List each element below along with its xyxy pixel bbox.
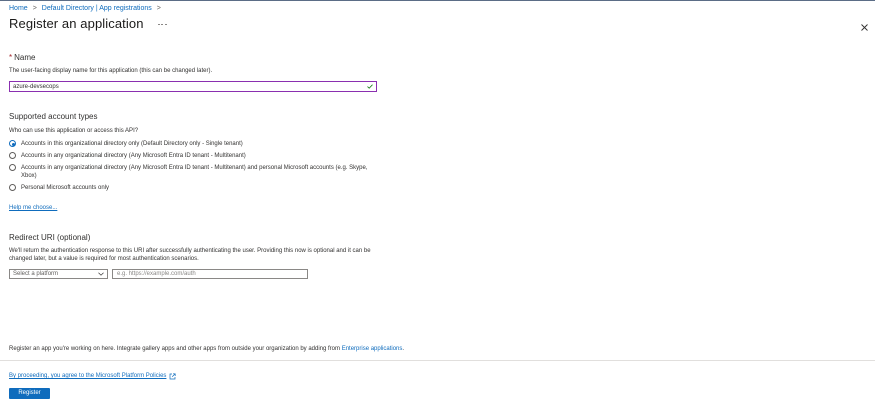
radio-button[interactable] [9,140,16,147]
close-icon[interactable] [860,19,869,31]
name-input[interactable]: azure-devsecops [9,81,377,92]
account-option-multitenant[interactable]: Accounts in any organizational directory… [9,152,381,160]
breadcrumb-home[interactable]: Home [9,5,28,13]
radio-label[interactable]: Accounts in this organizational director… [21,140,381,148]
name-section-title: * Name [9,53,35,62]
breadcrumb-separator: > [32,5,37,12]
ellipsis-icon[interactable] [157,22,167,28]
radio-label[interactable]: Accounts in any organizational directory… [21,152,381,160]
register-button[interactable]: Register [9,388,50,399]
top-border [0,0,875,1]
account-option-single-tenant[interactable]: Accounts in this organizational director… [9,140,381,148]
radio-button[interactable] [9,164,16,171]
external-link-icon [170,372,176,379]
footer-note-end: . [402,346,405,352]
radio-label[interactable]: Personal Microsoft accounts only [21,184,381,192]
required-marker: * [9,53,13,62]
chevron-down-icon [98,272,104,276]
redirect-uri-input[interactable]: e.g. https://example.com/auth [112,269,308,279]
platform-select[interactable]: Select a platform [9,269,108,279]
breadcrumb: Home > Default Directory | App registrat… [9,5,166,13]
breadcrumb-app-registrations[interactable]: Default Directory | App registrations [42,5,152,13]
platform-policies-text[interactable]: By proceeding, you agree to the Microsof… [9,372,166,380]
enterprise-applications-link[interactable]: Enterprise applications [342,346,403,352]
radio-button[interactable] [9,152,16,159]
radio-label[interactable]: Accounts in any organizational directory… [21,164,381,180]
redirect-uri-placeholder[interactable]: e.g. https://example.com/auth [117,271,196,278]
account-option-multitenant-personal[interactable]: Accounts in any organizational directory… [9,164,381,180]
name-label: Name [14,53,36,62]
radio-button[interactable] [9,184,16,191]
account-types-title: Supported account types [9,112,98,121]
platform-policies-link[interactable]: By proceeding, you agree to the Microsof… [9,372,176,380]
account-types-question: Who can use this application or access t… [9,128,139,134]
redirect-uri-title: Redirect URI (optional) [9,233,91,242]
checkmark-icon [367,84,373,89]
footer-note-text: Register an app you're working on here. … [9,346,342,352]
footer-divider [0,360,875,361]
footer-note: Register an app you're working on here. … [9,345,404,353]
platform-select-value[interactable]: Select a platform [13,271,58,278]
breadcrumb-separator: > [156,5,161,12]
account-option-personal[interactable]: Personal Microsoft accounts only [9,184,381,192]
name-input-value[interactable]: azure-devsecops [13,83,59,91]
name-description: The user-facing display name for this ap… [9,68,213,74]
redirect-uri-description: We'll return the authentication response… [9,248,371,262]
page-title: Register an application [9,16,144,31]
help-me-choose-link[interactable]: Help me choose... [9,204,57,212]
title-row: Register an application [9,16,167,31]
